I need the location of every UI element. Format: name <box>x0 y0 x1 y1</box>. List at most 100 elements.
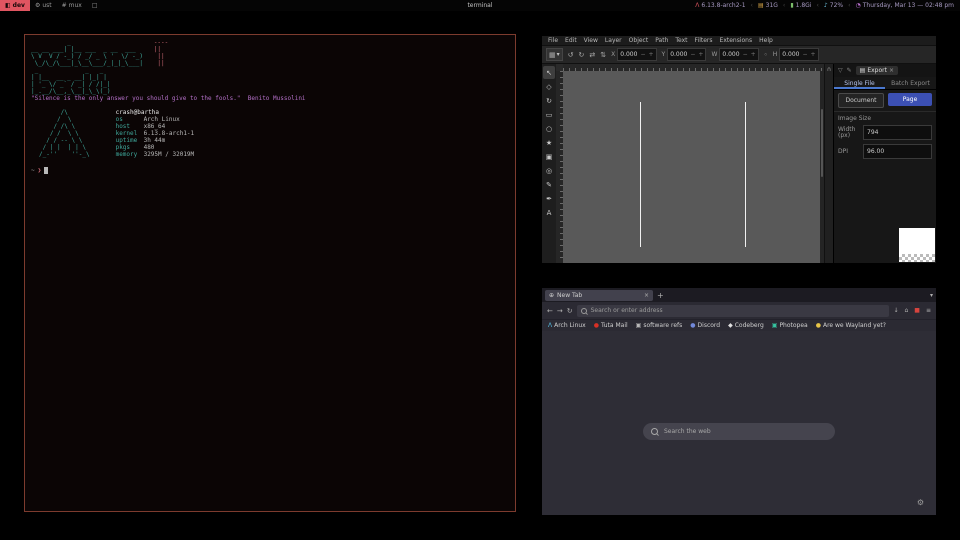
spiral-tool-icon[interactable]: ◎ <box>543 164 555 177</box>
home-icon[interactable]: ⌂ <box>904 307 908 314</box>
minus-icon[interactable]: − <box>743 51 748 58</box>
plus-icon[interactable]: + <box>648 51 653 58</box>
minus-icon[interactable]: − <box>802 51 807 58</box>
canvas-vertical-scrollbar[interactable] <box>820 71 824 263</box>
x-coordinate-spinner[interactable]: X 0.000−+ <box>611 48 656 61</box>
pencil-tool-icon[interactable]: ✎ <box>543 178 555 191</box>
bookmark-photopea[interactable]: ▣Photopea <box>772 322 808 329</box>
menu-object[interactable]: Object <box>629 37 649 44</box>
browser-tab-new-tab[interactable]: ⊕ New Tab × <box>545 290 653 301</box>
desktop: ◧ dev ⚙ ust # mux □ terminal Λ 6.13.8-ar… <box>0 0 960 540</box>
dpi-label: DPI <box>838 149 860 155</box>
box3d-tool-icon[interactable]: ▣ <box>543 150 555 163</box>
star-tool-icon[interactable]: ★ <box>543 136 555 149</box>
menu-file[interactable]: File <box>548 37 558 44</box>
workspace-tag-dev[interactable]: ◧ dev <box>0 0 30 11</box>
y-coordinate-spinner[interactable]: Y 0.000−+ <box>662 48 707 61</box>
minus-icon[interactable]: − <box>640 51 645 58</box>
forward-button[interactable]: → <box>557 307 563 315</box>
menu-help[interactable]: Help <box>759 37 773 44</box>
fetch-row: uptime3h 44m <box>116 137 195 144</box>
y-value[interactable]: 0.000 <box>670 51 687 58</box>
plus-icon[interactable]: + <box>811 51 816 58</box>
new-tab-button[interactable]: + <box>657 291 664 300</box>
square-icon: □ <box>92 2 98 9</box>
minus-icon[interactable]: − <box>690 51 695 58</box>
workspace-tag-ust[interactable]: ⚙ ust <box>30 0 57 11</box>
tab-single-file[interactable]: Single File <box>834 77 885 89</box>
ascii-art-line: _ ---- <box>31 39 515 46</box>
rotate-ccw-icon[interactable]: ↺ <box>568 51 574 59</box>
workspace-tag-mux[interactable]: # mux <box>57 0 87 11</box>
workspace-tags: ◧ dev ⚙ ust # mux □ <box>0 0 103 11</box>
page-border-left <box>640 102 641 247</box>
list-all-tabs-icon[interactable]: ▾ <box>930 292 933 299</box>
personalize-gear-icon[interactable]: ⚙ <box>917 498 924 507</box>
close-tab-icon[interactable]: × <box>644 292 649 299</box>
rotate-cw-icon[interactable]: ↻ <box>579 51 585 59</box>
volume-icon: ♪ <box>824 2 828 9</box>
x-value[interactable]: 0.000 <box>620 51 637 58</box>
h-value[interactable]: 0.000 <box>782 51 799 58</box>
snap-icon[interactable]: ∩ <box>827 66 831 73</box>
flip-horizontal-icon[interactable]: ⇄ <box>589 51 595 59</box>
menu-filters[interactable]: Filters <box>695 37 713 44</box>
bookmark-discord[interactable]: ●Discord <box>690 322 720 329</box>
plus-icon[interactable]: + <box>698 51 703 58</box>
web-search-input[interactable]: Search the web <box>643 423 835 440</box>
bookmark-favicon: Λ <box>548 322 552 329</box>
menu-icon[interactable]: ≡ <box>926 307 931 314</box>
selection-mode-dropdown[interactable]: ▦ ▾ <box>546 48 563 61</box>
shell-prompt[interactable]: ~ ❯ <box>31 167 515 174</box>
download-icon[interactable]: ↓ <box>893 307 898 314</box>
rectangle-tool-icon[interactable]: ▭ <box>543 108 555 121</box>
height-spinner[interactable]: H 0.000−+ <box>773 48 819 61</box>
reload-button[interactable]: ↻ <box>567 307 573 315</box>
code-icon: ◧ <box>5 2 11 9</box>
adblock-extension-icon[interactable]: ■ <box>914 307 920 314</box>
node-tool-icon[interactable]: ◇ <box>543 80 555 93</box>
menu-path[interactable]: Path <box>655 37 668 44</box>
menu-view[interactable]: View <box>584 37 598 44</box>
width-input[interactable]: 794 <box>863 125 932 140</box>
terminal-window[interactable]: _ ---- __ __ ___| |__ ___ _ __ ___ || \ … <box>24 34 516 512</box>
pen-tool-icon[interactable]: ✒ <box>543 192 555 205</box>
dpi-input[interactable]: 96.00 <box>863 144 932 159</box>
browser-tab-bar: ⊕ New Tab × + ▾ <box>542 288 936 302</box>
lock-ratio-icon[interactable]: ◦ <box>764 51 768 59</box>
back-button[interactable]: ← <box>547 307 553 315</box>
bookmark-folder-software-refs[interactable]: ▣software refs <box>636 322 683 329</box>
export-dialog-tab[interactable]: ▤ Export × <box>856 66 898 75</box>
bookmark-are-we-wayland-yet[interactable]: ●Are we Wayland yet? <box>816 322 886 329</box>
disk-usage: 31G <box>766 2 778 9</box>
close-icon[interactable]: × <box>889 67 894 74</box>
menu-layer[interactable]: Layer <box>605 37 622 44</box>
snap-controls-bar: ∩ <box>824 64 833 263</box>
search-placeholder: Search the web <box>664 428 711 435</box>
fill-stroke-dialog-icon[interactable]: ▽ <box>838 67 843 74</box>
selector-tool-icon[interactable]: ↖ <box>543 66 555 79</box>
plus-icon[interactable]: + <box>751 51 756 58</box>
tab-batch-export[interactable]: Batch Export <box>885 77 936 89</box>
width-spinner[interactable]: W 0.000−+ <box>711 48 758 61</box>
menu-extensions[interactable]: Extensions <box>720 37 753 44</box>
text-tool-icon[interactable]: A <box>543 206 555 219</box>
flip-vertical-icon[interactable]: ⇅ <box>600 51 606 59</box>
bookmark-tuta-mail[interactable]: ●Tuta Mail <box>594 322 628 329</box>
arch-ascii-logo: /\ / \ / /\ \ / / \ \ / / -- \ \ / | | |… <box>39 109 90 158</box>
bookmark-codeberg[interactable]: ◆Codeberg <box>728 322 764 329</box>
bookmark-arch-linux[interactable]: ΛArch Linux <box>548 322 586 329</box>
shape-builder-tool-icon[interactable]: ↻ <box>543 94 555 107</box>
transparency-checkerboard <box>899 254 935 262</box>
width-field-row: Width (px) 794 <box>834 123 936 142</box>
document-button[interactable]: Document <box>838 93 884 108</box>
inkscape-canvas[interactable] <box>563 71 824 263</box>
page-button[interactable]: Page <box>888 93 932 106</box>
ellipse-tool-icon[interactable]: ○ <box>543 122 555 135</box>
objects-dialog-icon[interactable]: ✎ <box>847 67 852 74</box>
workspace-tag-4[interactable]: □ <box>87 0 103 11</box>
menu-text[interactable]: Text <box>675 37 687 44</box>
menu-edit[interactable]: Edit <box>565 37 577 44</box>
url-bar[interactable]: Search or enter address <box>577 305 890 317</box>
w-value[interactable]: 0.000 <box>722 51 739 58</box>
